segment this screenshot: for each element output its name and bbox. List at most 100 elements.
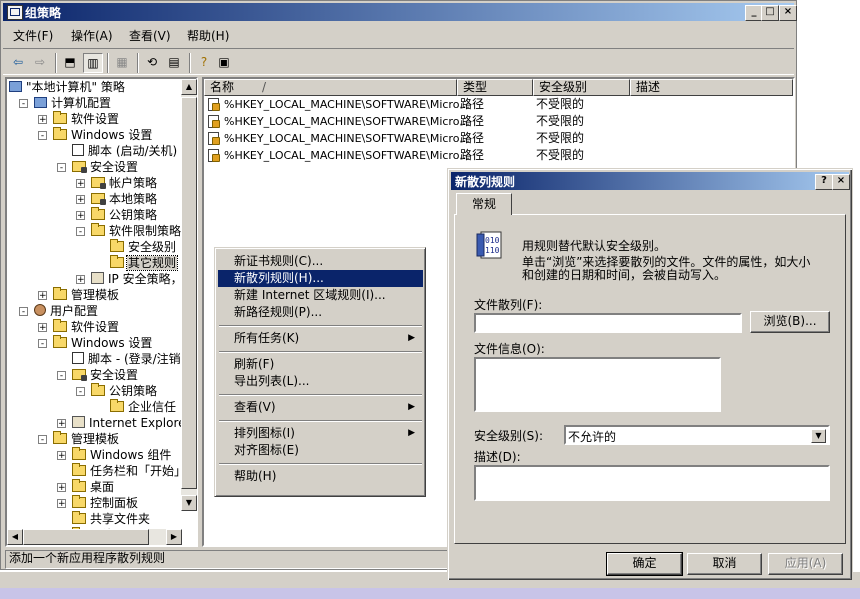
context-menu-item[interactable]: 所有任务(K) ▶ [218,330,423,347]
context-menu-item[interactable]: 新建 Internet 区域规则(I)... [218,287,423,304]
scroll-left-icon[interactable]: ◀ [7,529,23,545]
table-row[interactable]: %HKEY_LOCAL_MACHINE\SOFTWARE\Micro... 路径 不… [208,147,788,164]
menu-action[interactable]: 操作(A) [71,27,113,44]
file-hash-field[interactable] [474,313,742,333]
context-menu-item[interactable]: 查看(V) ▶ [218,399,423,416]
show-tree-icon[interactable]: ▥ [83,53,103,73]
file-info-field[interactable] [474,357,721,412]
delete-icon[interactable]: ▦ [113,53,131,71]
properties-icon[interactable]: ⟲ [143,53,161,71]
chevron-down-icon[interactable]: ▼ [811,429,826,443]
tree-item[interactable]: 共享文件夹 [72,511,151,527]
expand-icon[interactable]: + [57,451,66,461]
security-level-select[interactable]: 不允许的 ▼ [564,425,830,445]
column-security-level[interactable]: 安全级别 [533,79,630,96]
window-titlebar[interactable]: 组策略 _ □ × [3,3,797,21]
tree-item[interactable]: 安全设置 [72,367,139,383]
dialog-help-button[interactable]: ? [815,174,833,190]
collapse-icon[interactable]: - [38,339,47,349]
collapse-icon[interactable]: - [76,227,85,237]
tree-item[interactable]: Windows 设置 [53,335,153,351]
cancel-button[interactable]: 取消 [687,553,762,575]
expand-icon[interactable]: + [38,323,47,333]
tree-item[interactable]: 控制面板 [72,495,139,511]
expand-icon[interactable]: + [76,195,85,205]
apply-button[interactable]: 应用(A) [768,553,843,575]
tree-item[interactable]: 计算机配置 [34,95,112,111]
table-row[interactable]: %HKEY_LOCAL_MACHINE\SOFTWARE\Micro... 路径 不… [208,130,788,147]
tree-item[interactable]: 脚本 - (登录/注销) [72,351,186,367]
tree-item[interactable]: 任务栏和「开始」 [72,463,187,479]
up-folder-icon[interactable]: ⬒ [61,53,79,71]
collapse-icon[interactable]: - [38,435,47,445]
context-menu-item[interactable]: 新散列规则(H)... [218,270,423,287]
column-name[interactable]: 名称 / [204,79,457,96]
menu-help[interactable]: 帮助(H) [187,27,229,44]
forward-icon[interactable]: ⇨ [31,53,49,71]
expand-icon[interactable]: + [76,275,85,285]
tree-item[interactable]: 帐户策略 [91,175,158,191]
table-row[interactable]: %HKEY_LOCAL_MACHINE\SOFTWARE\Micro... 路径 不… [208,113,788,130]
context-menu-item[interactable]: 对齐图标(E) [218,442,423,459]
menu-view[interactable]: 查看(V) [129,27,171,44]
scroll-right-icon[interactable]: ▶ [166,529,182,545]
tree-item[interactable]: IP 安全策略， [91,271,184,287]
tree-pane[interactable]: "本地计算机" 策略 - 计算机配置 + 软件设置 - Windows 设置 脚本 (启动/… [5,77,198,547]
expand-icon[interactable]: + [38,115,47,125]
collapse-icon[interactable]: - [38,131,47,141]
scroll-down-icon[interactable]: ▼ [181,495,197,511]
back-icon[interactable]: ⇦ [9,53,27,71]
ok-button[interactable]: 确定 [606,552,683,576]
help-icon[interactable]: ? [195,53,213,71]
tree-item[interactable]: 软件设置 [53,319,120,335]
tree-item[interactable]: 其它规则 [110,255,179,271]
tree-item[interactable]: Internet Explorer [72,415,191,431]
collapse-icon[interactable]: - [76,387,85,397]
context-menu-item[interactable]: 新证书规则(C)... [218,253,423,270]
expand-icon[interactable]: + [38,291,47,301]
collapse-icon[interactable]: - [19,99,28,109]
expand-icon[interactable]: + [57,483,66,493]
tree-item[interactable]: 管理模板 [53,431,120,447]
console-icon[interactable]: ▣ [215,53,233,71]
tree-item[interactable]: 软件限制策略 [91,223,182,239]
table-row[interactable]: %HKEY_LOCAL_MACHINE\SOFTWARE\Micro... 路径 不… [208,96,788,113]
context-menu-item[interactable]: 排列图标(I) ▶ [218,425,423,442]
tree-hscrollbar[interactable]: ◀ ▶ [7,529,182,545]
tree-item[interactable]: 公钥策略 [91,207,158,223]
tree-item[interactable]: 企业信任 [110,399,177,415]
tree-item[interactable]: 安全设置 [72,159,139,175]
tree-vscrollbar[interactable]: ▲ ▼ [181,79,197,511]
tree-item[interactable]: 安全级别 [110,239,177,255]
tree-hscroll-thumb[interactable] [23,529,149,545]
menu-file[interactable]: 文件(F) [13,27,53,44]
tree-item[interactable]: 本地策略 [91,191,158,207]
dialog-close-button[interactable]: × [832,174,850,190]
expand-icon[interactable]: + [57,499,66,509]
maximize-button[interactable]: □ [761,5,779,21]
collapse-icon[interactable]: - [19,307,28,317]
tree-item[interactable]: Windows 设置 [53,127,153,143]
column-description[interactable]: 描述 [630,79,793,96]
tree-item[interactable]: 公钥策略 [91,383,158,399]
tree-item[interactable]: 桌面 [72,479,115,495]
tree-scroll-thumb[interactable] [181,97,197,489]
close-button[interactable]: × [779,5,797,21]
browse-button[interactable]: 浏览(B)... [750,311,830,333]
export-icon[interactable]: ▤ [165,53,183,71]
tree-item[interactable]: 软件设置 [53,111,120,127]
context-menu-item[interactable]: 帮助(H) [218,468,423,485]
tab-general[interactable]: 常规 [456,193,512,215]
collapse-icon[interactable]: - [57,163,66,173]
tree-item[interactable]: Windows 组件 [72,447,172,463]
expand-icon[interactable]: + [57,419,66,429]
tree-item[interactable]: 管理模板 [53,287,120,303]
context-menu-item[interactable]: 刷新(F) [218,356,423,373]
description-field[interactable] [474,465,830,501]
expand-icon[interactable]: + [76,211,85,221]
expand-icon[interactable]: + [76,179,85,189]
context-menu-item[interactable]: 导出列表(L)... [218,373,423,390]
context-menu-item[interactable]: 新路径规则(P)... [218,304,423,321]
collapse-icon[interactable]: - [57,371,66,381]
scroll-up-icon[interactable]: ▲ [181,79,197,95]
